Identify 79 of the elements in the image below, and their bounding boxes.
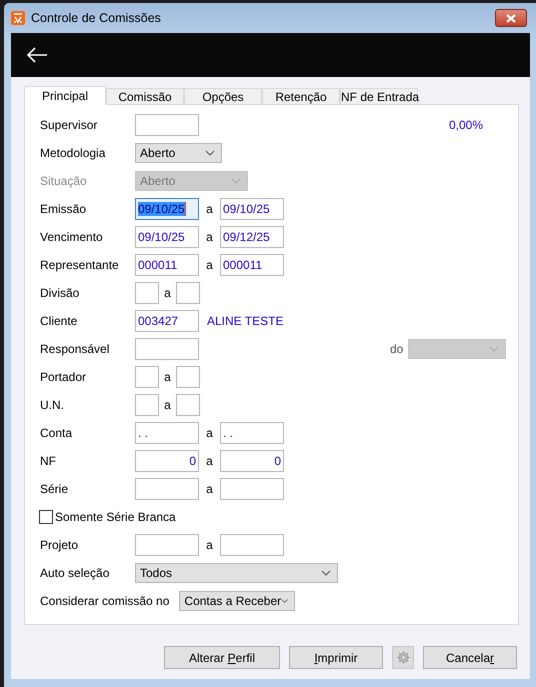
input-field[interactable]: 000011 bbox=[220, 254, 284, 276]
field-label: Responsável bbox=[40, 342, 110, 356]
range-separator: a bbox=[163, 370, 172, 384]
input-field[interactable] bbox=[220, 534, 284, 556]
settings-button[interactable] bbox=[392, 646, 414, 669]
input-field[interactable]: 09/10/25 bbox=[135, 198, 199, 220]
field-label: Série bbox=[40, 482, 70, 496]
dialog-button[interactable]: Cancelar bbox=[423, 646, 517, 669]
tab[interactable]: NF de Entrada bbox=[340, 88, 418, 104]
tab[interactable]: Principal bbox=[24, 86, 106, 105]
input-field[interactable] bbox=[135, 366, 159, 388]
app-icon bbox=[11, 11, 25, 25]
checkbox[interactable] bbox=[39, 510, 53, 524]
field-label: Projeto bbox=[40, 538, 80, 552]
caret-icon bbox=[205, 150, 215, 156]
range-separator: a bbox=[205, 426, 214, 440]
input-field[interactable] bbox=[135, 534, 199, 556]
field-label: do bbox=[390, 342, 404, 356]
caret-icon bbox=[281, 598, 288, 604]
range-separator: a bbox=[205, 202, 214, 216]
tab[interactable]: Opções bbox=[184, 88, 262, 104]
field-label: Representante bbox=[40, 258, 120, 272]
caret-icon bbox=[321, 570, 331, 576]
input-field[interactable]: 0 bbox=[135, 450, 199, 472]
range-separator: a bbox=[205, 454, 214, 468]
input-field[interactable] bbox=[176, 366, 200, 388]
settings-icon bbox=[396, 650, 410, 665]
field-label: Metodologia bbox=[40, 146, 106, 160]
caret-icon bbox=[489, 346, 499, 352]
input-field[interactable] bbox=[176, 282, 200, 304]
range-separator: a bbox=[163, 286, 172, 300]
input-field[interactable] bbox=[135, 114, 199, 136]
input-field[interactable]: 000011 bbox=[135, 254, 199, 276]
input-field[interactable]: 09/10/25 bbox=[135, 226, 199, 248]
dropdown[interactable]: Aberto bbox=[135, 143, 222, 163]
dialog-button[interactable]: Alterar Perfil bbox=[164, 646, 280, 669]
range-separator: a bbox=[205, 482, 214, 496]
input-field[interactable]: . . bbox=[220, 422, 284, 444]
window-title: Controle de Comissões bbox=[31, 11, 161, 25]
field-label: Divisão bbox=[40, 286, 80, 300]
percentage-value: 0,00% bbox=[449, 118, 484, 132]
close-icon bbox=[506, 14, 516, 22]
field-label: Portador bbox=[40, 370, 88, 384]
input-field[interactable]: 09/10/25 bbox=[220, 198, 284, 220]
back-button[interactable] bbox=[26, 47, 48, 63]
caret-icon bbox=[231, 178, 241, 184]
field-label: Supervisor bbox=[40, 118, 98, 132]
field-label: Vencimento bbox=[40, 230, 104, 244]
field-label: Emissão bbox=[40, 202, 88, 216]
input-field[interactable]: . . bbox=[135, 422, 199, 444]
input-field[interactable] bbox=[135, 282, 159, 304]
field-label: Situação bbox=[40, 174, 88, 188]
client-name: ALINE TESTE bbox=[207, 314, 284, 328]
dropdown[interactable]: Todos bbox=[135, 563, 338, 583]
dropdown[interactable]: Contas a Receber bbox=[179, 591, 296, 611]
tab[interactable]: Retenção bbox=[262, 88, 340, 104]
input-field[interactable] bbox=[135, 338, 199, 360]
input-field[interactable]: 003427 bbox=[135, 310, 199, 332]
field-label: U.N. bbox=[40, 398, 65, 412]
input-field[interactable]: 0 bbox=[220, 450, 284, 472]
tab[interactable]: Comissão bbox=[106, 88, 184, 104]
checkbox-label: Somente Série Branca bbox=[55, 510, 176, 524]
field-label: Conta bbox=[40, 426, 74, 440]
field-label: Cliente bbox=[40, 314, 78, 328]
range-separator: a bbox=[163, 398, 172, 412]
input-field[interactable]: 09/12/25 bbox=[220, 226, 284, 248]
field-label: Auto seleção bbox=[40, 566, 110, 580]
field-label: Considerar comissão no bbox=[40, 594, 170, 608]
back-arrow-icon bbox=[26, 47, 48, 63]
range-separator: a bbox=[205, 538, 214, 552]
input-field[interactable] bbox=[135, 478, 199, 500]
field-label: NF bbox=[40, 454, 57, 468]
input-field[interactable] bbox=[220, 478, 284, 500]
close-button[interactable] bbox=[495, 9, 527, 27]
range-separator: a bbox=[205, 258, 214, 272]
range-separator: a bbox=[205, 230, 214, 244]
dialog-button[interactable]: Imprimir bbox=[289, 646, 383, 669]
input-field[interactable] bbox=[176, 394, 200, 416]
input-field[interactable] bbox=[135, 394, 159, 416]
